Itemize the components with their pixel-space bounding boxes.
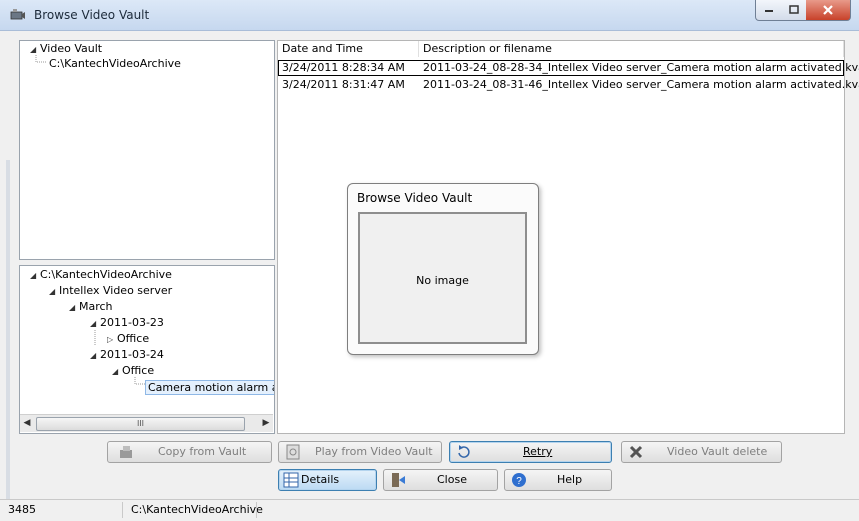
copy-from-vault-button[interactable]: Copy from Vault [107, 441, 272, 463]
scrollbar-thumb[interactable]: III [36, 417, 245, 431]
maximize-icon [788, 5, 799, 14]
minimize-button[interactable] [755, 0, 783, 21]
row-date: 3/24/2011 8:28:34 AM [282, 61, 405, 74]
tree-item-month[interactable]: ◢ March [69, 300, 113, 313]
status-separator [122, 502, 123, 518]
expanded-arrow-icon[interactable]: ◢ [30, 45, 40, 54]
no-image-label: No image [416, 274, 469, 287]
expanded-arrow-icon[interactable]: ◢ [90, 319, 100, 328]
expanded-arrow-icon[interactable]: ◢ [112, 367, 122, 376]
copy-icon [120, 446, 132, 458]
exit-door-icon [392, 473, 405, 487]
expanded-arrow-icon[interactable]: ◢ [30, 271, 40, 280]
close-window-button[interactable] [806, 0, 851, 21]
tree-item-office-0323[interactable]: ▷ Office [107, 332, 149, 345]
status-bar: 3485 C:\KantechVideoArchive [0, 499, 859, 521]
close-button[interactable]: Close [383, 469, 498, 491]
play-from-video-vault-button[interactable]: Play from Video Vault [278, 441, 442, 463]
status-count: 3485 [8, 503, 36, 516]
row-description: 2011-03-24_08-31-46_Intellex Video serve… [423, 78, 859, 91]
tree-connector-line [94, 330, 96, 346]
splitter-grip[interactable] [6, 160, 10, 500]
expanded-arrow-icon[interactable]: ◢ [49, 287, 59, 296]
preview-title: Browse Video Vault [357, 191, 473, 205]
tree-item-date-0323[interactable]: ◢ 2011-03-23 [90, 316, 164, 329]
vault-tree-pane: ◢ Video Vault C:\KantechVideoArchive [19, 40, 275, 260]
help-icon: ? [512, 473, 526, 487]
tree-item-camera-alarm[interactable]: Camera motion alarm ac [145, 380, 274, 395]
row-date: 3/24/2011 8:31:47 AM [282, 78, 405, 91]
tree-item-video-vault[interactable]: ◢ Video Vault [30, 42, 102, 55]
status-separator [256, 502, 257, 518]
column-header-date[interactable]: Date and Time [278, 41, 419, 57]
browse-video-vault-window: Browse Video Vault ◢ Video Vault C:\Kante… [0, 0, 859, 521]
expanded-arrow-icon[interactable]: ◢ [90, 351, 100, 360]
title-bar[interactable]: Browse Video Vault [0, 0, 859, 31]
camera-icon [10, 9, 25, 20]
close-icon [823, 5, 833, 15]
status-path: C:\KantechVideoArchive [131, 503, 263, 516]
preview-image: No image [358, 212, 527, 344]
tree-item-archive-root[interactable]: ◢ C:\KantechVideoArchive [30, 268, 172, 281]
scroll-left-icon[interactable]: ◀ [20, 416, 34, 430]
help-button[interactable]: ? Help [504, 469, 612, 491]
video-vault-delete-button[interactable]: Video Vault delete [621, 441, 782, 463]
tree-item-date-0324[interactable]: ◢ 2011-03-24 [90, 348, 164, 361]
details-icon [283, 472, 299, 488]
play-icon [286, 444, 300, 460]
scroll-right-icon[interactable]: ▶ [259, 416, 273, 430]
tree-item-server[interactable]: ◢ Intellex Video server [49, 284, 172, 297]
tree-item-archive-path[interactable]: C:\KantechVideoArchive [49, 57, 181, 70]
details-button[interactable]: Details [278, 469, 377, 491]
retry-icon [458, 445, 470, 458]
expanded-arrow-icon[interactable]: ◢ [69, 303, 79, 312]
svg-text:?: ? [516, 476, 522, 487]
table-row[interactable]: 3/24/2011 8:28:34 AM 2011-03-24_08-28-34… [278, 60, 859, 76]
tree-horizontal-scrollbar[interactable]: ◀ III ▶ [20, 414, 273, 432]
maximize-button[interactable] [781, 0, 807, 21]
delete-icon [629, 445, 643, 459]
table-row[interactable]: 3/24/2011 8:31:47 AM 2011-03-24_08-31-46… [278, 77, 859, 93]
tree-item-office-0324[interactable]: ◢ Office [112, 364, 154, 377]
row-description: 2011-03-24_08-28-34_Intellex Video serve… [423, 61, 859, 74]
preview-popup: Browse Video Vault No image [347, 183, 539, 355]
retry-button[interactable]: Retry [449, 441, 612, 463]
column-header-description[interactable]: Description or filename [419, 41, 844, 57]
minimize-icon [765, 10, 773, 12]
collapsed-arrow-icon[interactable]: ▷ [107, 335, 117, 344]
window-title: Browse Video Vault [34, 8, 150, 22]
archive-tree-pane: ◢ C:\KantechVideoArchive ◢ Intellex Video … [19, 265, 275, 434]
